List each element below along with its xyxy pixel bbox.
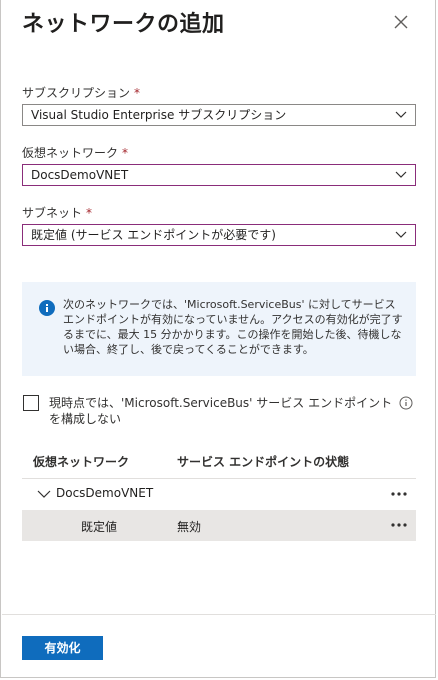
required-mark: *: [86, 206, 93, 220]
skip-endpoint-option: 現時点では、'Microsoft.ServiceBus' サービス エンドポイン…: [23, 395, 417, 429]
vnet-dropdown[interactable]: DocsDemoVNET: [22, 164, 416, 186]
more-options-icon[interactable]: [390, 491, 408, 497]
subscription-value: Visual Studio Enterprise サブスクリプション: [31, 108, 287, 122]
subnet-label: サブネット *: [22, 206, 93, 220]
close-icon[interactable]: [393, 14, 409, 30]
subnet-dropdown[interactable]: 既定値 (サービス エンドポイントが必要です): [22, 224, 416, 246]
panel-title: ネットワークの追加: [22, 12, 225, 37]
chevron-down-icon: [395, 111, 407, 118]
chevron-down-icon[interactable]: [37, 490, 51, 499]
column-header-endpoint-status: サービス エンドポイントの状態: [177, 455, 350, 469]
table-header: 仮想ネットワーク サービス エンドポイントの状態: [22, 450, 416, 479]
skip-endpoint-label: 現時点では、'Microsoft.ServiceBus' サービス エンドポイン…: [49, 396, 393, 426]
skip-endpoint-checkbox[interactable]: [23, 395, 39, 411]
chevron-down-icon: [395, 231, 407, 238]
info-icon: [39, 300, 55, 316]
subscription-label: サブスクリプション *: [22, 86, 141, 100]
column-header-vnet: 仮想ネットワーク: [33, 455, 130, 469]
required-mark: *: [122, 146, 129, 160]
table-row-vnet[interactable]: DocsDemoVNET: [22, 480, 416, 508]
vnet-label: 仮想ネットワーク *: [22, 146, 129, 160]
required-mark: *: [134, 86, 141, 100]
subnet-value: 既定値 (サービス エンドポイントが必要です): [31, 228, 276, 242]
vnet-name: DocsDemoVNET: [56, 486, 154, 500]
subscription-dropdown[interactable]: Visual Studio Enterprise サブスクリプション: [22, 104, 416, 126]
chevron-down-icon: [395, 171, 407, 178]
table-row-subnet[interactable]: 既定値 無効: [22, 510, 416, 541]
info-circle-icon[interactable]: [399, 396, 413, 410]
endpoint-status: 無効: [177, 520, 202, 534]
vnet-value: DocsDemoVNET: [31, 168, 129, 182]
add-network-panel: ネットワークの追加 サブスクリプション * Visual Studio Enter…: [0, 0, 436, 678]
footer-divider: [2, 614, 436, 615]
subnet-name: 既定値: [81, 520, 118, 534]
info-message-text: 次のネットワークでは、'Microsoft.ServiceBus' に対してサー…: [63, 298, 403, 356]
more-options-icon[interactable]: [390, 522, 408, 528]
info-message-bar: 次のネットワークでは、'Microsoft.ServiceBus' に対してサー…: [22, 282, 416, 376]
enable-button[interactable]: 有効化: [22, 636, 103, 660]
